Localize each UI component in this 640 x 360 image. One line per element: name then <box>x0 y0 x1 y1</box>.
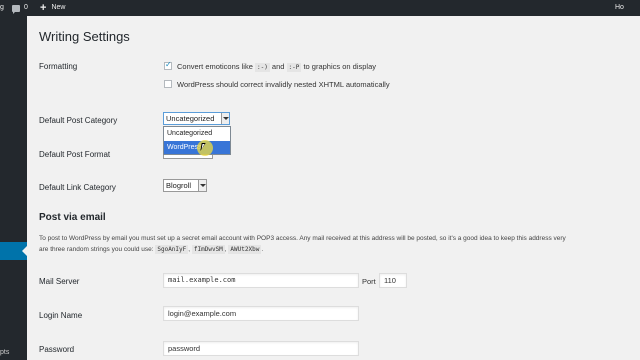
password-input[interactable]: password <box>163 341 359 356</box>
default-link-category-label: Default Link Category <box>39 183 116 192</box>
page-title: Writing Settings <box>39 29 130 44</box>
correct-xhtml-label: WordPress should correct invalidly neste… <box>177 80 390 89</box>
default-post-category-label: Default Post Category <box>39 116 118 125</box>
dropdown-option-uncategorized[interactable]: Uncategorized <box>164 127 230 140</box>
link-category-selected: Blogroll <box>166 181 192 190</box>
default-link-category-select[interactable]: Blogroll <box>163 179 207 192</box>
convert-prefix: Convert emoticons like <box>177 62 253 71</box>
comment-bubble-icon <box>12 4 20 14</box>
plus-icon: + <box>40 2 47 14</box>
comments-link[interactable]: 0 <box>12 0 28 16</box>
random-strings-prefix: are three random strings you could use: <box>39 246 154 253</box>
login-name-input[interactable]: login@example.com <box>163 306 359 321</box>
my-account-link[interactable]: Ho <box>615 0 624 16</box>
convert-emoticons-checkbox[interactable]: ✓ <box>164 60 172 70</box>
post-via-email-description-line1: To post to WordPress by email you must s… <box>39 235 566 242</box>
new-label: New <box>51 4 66 11</box>
login-name-label: Login Name <box>39 311 83 320</box>
mail-server-label: Mail Server <box>39 277 80 286</box>
formatting-label: Formatting <box>39 62 78 71</box>
emoticon-code-smile: :-) <box>254 63 270 72</box>
chevron-down-icon <box>198 180 206 191</box>
port-input[interactable]: 110 <box>379 273 407 288</box>
default-post-format-label: Default Post Format <box>39 150 111 159</box>
post-via-email-description-line2: are three random strings you could use: … <box>39 245 264 254</box>
sidebar-collapse-label[interactable]: pts <box>0 349 9 356</box>
emoticon-code-tongue: :-P <box>286 63 302 72</box>
random-string-1: SgoAnIyF <box>155 245 189 254</box>
comments-count: 0 <box>24 4 28 11</box>
port-label: Port <box>362 277 376 286</box>
mail-server-input[interactable]: mail.example.com <box>163 273 359 288</box>
convert-suffix: to graphics on display <box>303 62 376 71</box>
convert-emoticons-label: Convert emoticons like :-) and :-P to gr… <box>177 62 376 72</box>
new-content-link[interactable]: + New <box>40 0 65 16</box>
current-menu-arrow-icon <box>22 246 27 256</box>
random-string-2: fImDwvSM <box>191 245 225 254</box>
admin-bar: g 0 + New Ho <box>0 0 640 16</box>
chevron-down-icon <box>221 113 229 124</box>
default-post-category-select[interactable]: Uncategorized <box>163 112 230 125</box>
and-text: and <box>271 62 285 71</box>
site-name-link[interactable]: g <box>0 0 4 16</box>
checkmark-icon: ✓ <box>165 60 172 69</box>
post-category-selected: Uncategorized <box>166 114 215 123</box>
post-via-email-heading: Post via email <box>39 212 106 223</box>
random-string-3: AWUt2Xbw <box>228 245 262 254</box>
password-label: Password <box>39 345 75 354</box>
correct-xhtml-checkbox[interactable] <box>164 80 172 88</box>
admin-sidebar: pts <box>0 16 27 360</box>
